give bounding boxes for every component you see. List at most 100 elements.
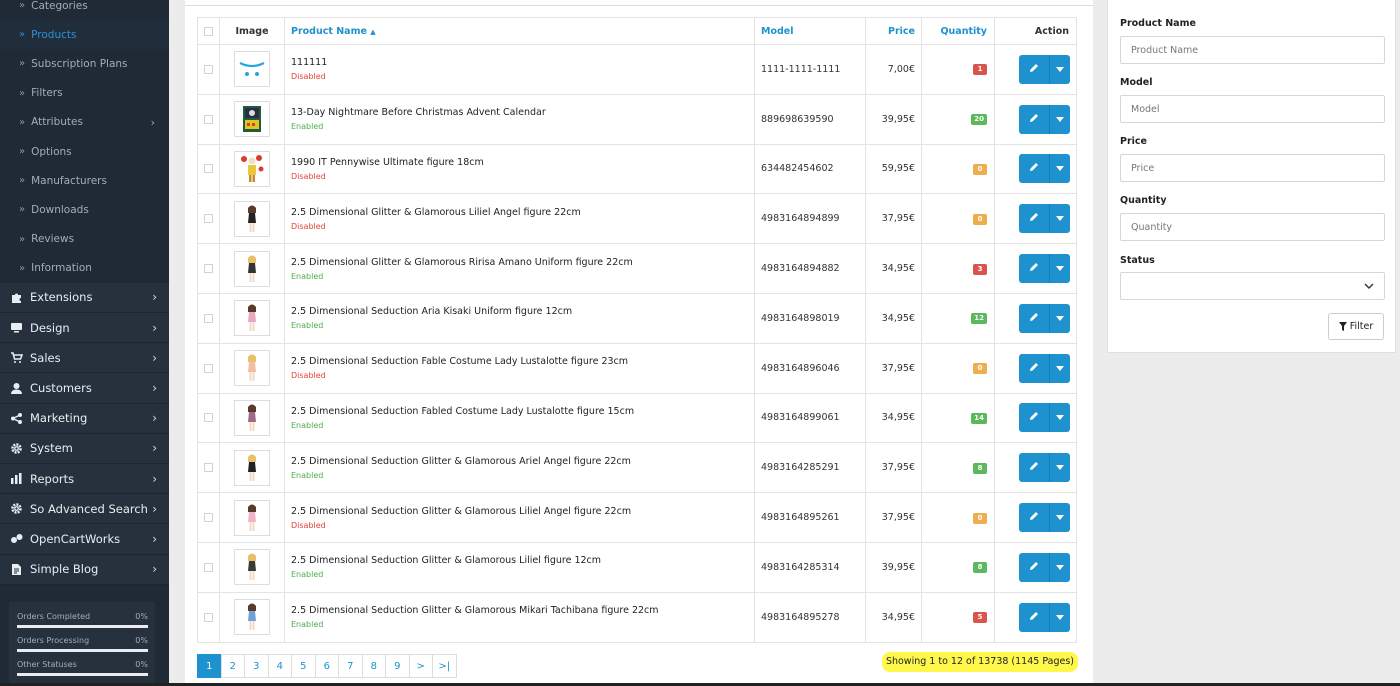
edit-button[interactable]	[1019, 403, 1049, 433]
product-quantity-cell: 0	[921, 193, 995, 245]
sort-by-price-link[interactable]: Price	[888, 26, 915, 37]
edit-button[interactable]	[1019, 552, 1049, 582]
edit-button[interactable]	[1019, 154, 1049, 184]
sidebar-item-so-advanced-search[interactable]: So Advanced Search ›	[0, 494, 169, 525]
row-select-cell[interactable]	[197, 243, 220, 294]
row-select-cell[interactable]	[197, 44, 220, 95]
edit-button[interactable]	[1019, 353, 1049, 383]
sidebar-subitem-filters[interactable]: » Filters	[0, 79, 169, 108]
filter-input-quantity[interactable]: Quantity	[1120, 213, 1385, 241]
sidebar-item-marketing[interactable]: Marketing ›	[0, 403, 169, 434]
row-select-cell[interactable]	[197, 442, 220, 494]
sort-by-quantity-link[interactable]: Quantity	[940, 26, 987, 37]
action-dropdown-button[interactable]	[1049, 453, 1070, 483]
page-link-1[interactable]: 2	[220, 654, 245, 678]
model-header[interactable]: Model	[754, 17, 866, 45]
row-checkbox[interactable]	[204, 264, 213, 274]
page-link-0[interactable]: 1	[197, 654, 222, 678]
sort-by-name-link[interactable]: Product Name	[291, 26, 367, 37]
edit-button[interactable]	[1019, 54, 1049, 84]
edit-button[interactable]	[1019, 204, 1049, 234]
sidebar-item-sales[interactable]: Sales ›	[0, 343, 169, 374]
action-dropdown-button[interactable]	[1049, 552, 1070, 582]
row-checkbox[interactable]	[204, 64, 213, 74]
sidebar-item-simple-blog[interactable]: Simple Blog ›	[0, 554, 169, 585]
action-dropdown-button[interactable]	[1049, 54, 1070, 84]
row-select-cell[interactable]	[197, 392, 220, 444]
page-link-7[interactable]: 8	[361, 654, 386, 678]
sidebar-item-opencartworks[interactable]: OpenCartWorks ›	[0, 524, 169, 555]
quantity-header[interactable]: Quantity	[921, 17, 995, 45]
sidebar-subitem-manufacturers[interactable]: » Manufacturers	[0, 166, 169, 195]
filter-label-model: Model	[1120, 77, 1153, 88]
page-link-5[interactable]: 6	[314, 654, 339, 678]
row-checkbox[interactable]	[204, 214, 213, 224]
page-link-9[interactable]: >	[408, 654, 433, 678]
filter-input-product-name[interactable]: Product Name	[1120, 36, 1385, 64]
sidebar-subitem-information[interactable]: » Information	[0, 254, 169, 283]
action-dropdown-button[interactable]	[1049, 254, 1070, 284]
action-dropdown-button[interactable]	[1049, 204, 1070, 234]
row-select-cell[interactable]	[197, 541, 220, 593]
page-link-8[interactable]: 9	[385, 654, 410, 678]
row-select-cell[interactable]	[197, 93, 220, 145]
caret-down-icon	[1056, 462, 1064, 473]
row-checkbox[interactable]	[204, 164, 213, 174]
sidebar-subitem-attributes[interactable]: » Attributes ›	[0, 108, 169, 137]
action-dropdown-button[interactable]	[1049, 403, 1070, 433]
row-select-cell[interactable]	[197, 292, 220, 344]
row-select-cell[interactable]	[197, 591, 220, 643]
action-dropdown-button[interactable]	[1049, 303, 1070, 333]
row-checkbox[interactable]	[204, 463, 213, 473]
sort-by-model-link[interactable]: Model	[761, 26, 793, 37]
filter-input-price[interactable]: Price	[1120, 154, 1385, 182]
edit-button[interactable]	[1019, 303, 1049, 333]
action-dropdown-button[interactable]	[1049, 353, 1070, 383]
row-checkbox[interactable]	[204, 562, 213, 572]
price-header[interactable]: Price	[865, 17, 922, 45]
sidebar-subitem-downloads[interactable]: » Downloads	[0, 195, 169, 224]
sidebar-subitem-categories[interactable]: » Categories	[0, 0, 169, 20]
edit-button[interactable]	[1019, 453, 1049, 483]
select-all-header[interactable]	[197, 17, 220, 45]
sidebar-item-system[interactable]: System ›	[0, 433, 169, 464]
page-link-2[interactable]: 3	[244, 654, 269, 678]
sidebar-item-design[interactable]: Design ›	[0, 313, 169, 344]
row-select-cell[interactable]	[197, 342, 220, 394]
row-checkbox[interactable]	[204, 413, 213, 423]
row-checkbox[interactable]	[204, 363, 213, 373]
product-name: 2.5 Dimensional Seduction Glitter & Glam…	[291, 605, 659, 617]
row-checkbox[interactable]	[204, 513, 213, 523]
sidebar-subitem-products[interactable]: » Products	[0, 20, 169, 50]
status-select[interactable]	[1120, 272, 1385, 300]
sidebar-item-customers[interactable]: Customers ›	[0, 373, 169, 404]
filter-input-model[interactable]: Model	[1120, 95, 1385, 123]
action-dropdown-button[interactable]	[1049, 503, 1070, 533]
action-dropdown-button[interactable]	[1049, 104, 1070, 134]
sidebar-item-extensions[interactable]: Extensions ›	[0, 282, 169, 314]
edit-button[interactable]	[1019, 254, 1049, 284]
page-link-6[interactable]: 7	[338, 654, 363, 678]
sidebar-item-reports[interactable]: Reports ›	[0, 464, 169, 495]
row-select-cell[interactable]	[197, 143, 220, 195]
edit-button[interactable]	[1019, 602, 1049, 632]
edit-button[interactable]	[1019, 503, 1049, 533]
row-select-cell[interactable]	[197, 193, 220, 245]
page-link-3[interactable]: 4	[267, 654, 292, 678]
action-dropdown-button[interactable]	[1049, 602, 1070, 632]
product-name-header[interactable]: Product Name ▲	[284, 17, 755, 45]
sidebar-subitem-reviews[interactable]: » Reviews	[0, 225, 169, 254]
page-link-4[interactable]: 5	[291, 654, 316, 678]
action-dropdown-button[interactable]	[1049, 154, 1070, 184]
row-checkbox[interactable]	[204, 313, 213, 323]
row-select-cell[interactable]	[197, 492, 220, 543]
sidebar-subitem-subscription-plans[interactable]: » Subscription Plans	[0, 49, 169, 78]
filter-button[interactable]: Filter	[1328, 313, 1384, 340]
page-link-10[interactable]: >|	[432, 654, 457, 678]
select-all-checkbox[interactable]	[204, 26, 213, 36]
product-image-cell	[219, 342, 285, 394]
sidebar-subitem-options[interactable]: » Options	[0, 137, 169, 166]
edit-button[interactable]	[1019, 104, 1049, 134]
row-checkbox[interactable]	[204, 114, 213, 124]
row-checkbox[interactable]	[204, 612, 213, 622]
